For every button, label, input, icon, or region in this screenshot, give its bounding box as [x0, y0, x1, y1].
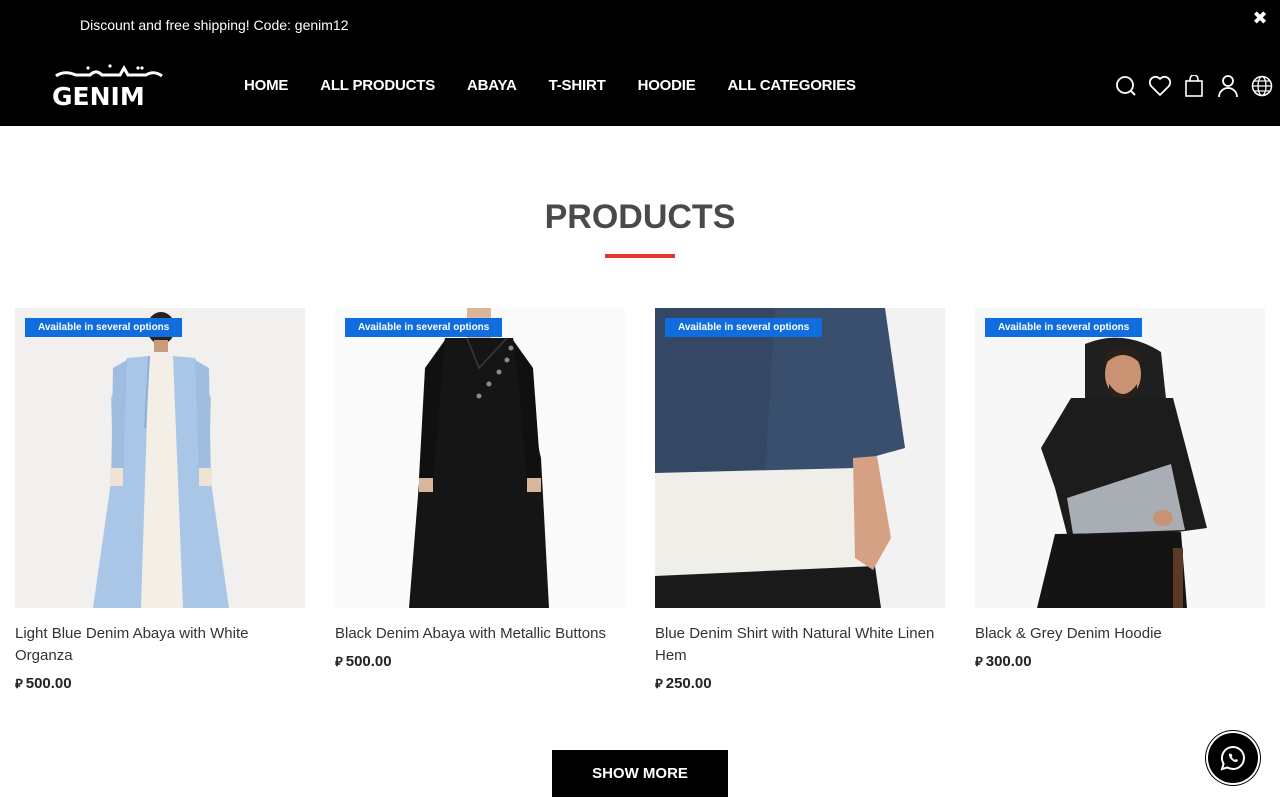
user-icon[interactable] — [1215, 72, 1240, 100]
product-image[interactable]: Available in several options — [655, 308, 945, 608]
product-card[interactable]: Available in several options Light Blue … — [15, 308, 305, 692]
nav-hoodie[interactable]: HOODIE — [638, 75, 696, 97]
nav-all-products[interactable]: ALL PRODUCTS — [320, 75, 435, 97]
nav-all-categories[interactable]: ALL CATEGORIES — [728, 75, 857, 97]
price-value: 500.00 — [345, 653, 392, 670]
title-underline — [605, 254, 675, 258]
currency-icon: ⃁ — [655, 677, 663, 692]
product-name[interactable]: Light Blue Denim Abaya with White Organz… — [15, 623, 305, 667]
options-badge: Available in several options — [25, 318, 183, 337]
currency-icon: ⃁ — [975, 655, 983, 670]
heart-icon[interactable] — [1147, 72, 1172, 100]
product-price: ⃁ 500.00 — [15, 675, 305, 692]
currency-icon: ⃁ — [15, 677, 23, 692]
product-image[interactable]: Available in several options — [975, 308, 1265, 608]
whatsapp-icon — [1220, 745, 1245, 771]
price-value: 500.00 — [25, 675, 72, 692]
product-name[interactable]: Black Denim Abaya with Metallic Buttons — [335, 623, 625, 645]
product-name[interactable]: Blue Denim Shirt with Natural White Line… — [655, 623, 945, 667]
bag-icon[interactable] — [1181, 72, 1206, 100]
search-icon[interactable] — [1113, 72, 1138, 100]
price-value: 250.00 — [665, 675, 712, 692]
product-price: ⃁ 500.00 — [335, 653, 625, 670]
section-title: PRODUCTS — [544, 198, 736, 236]
options-badge: Available in several options — [985, 318, 1143, 337]
logo-mark: GENIM — [52, 64, 163, 111]
product-card[interactable]: Available in several options Black & Gre… — [975, 308, 1265, 670]
show-more-button[interactable]: SHOW MORE — [552, 750, 728, 797]
options-badge: Available in several options — [665, 318, 823, 337]
globe-icon[interactable] — [1249, 72, 1274, 100]
product-price: ⃁ 250.00 — [655, 675, 945, 692]
nav-t-shirt[interactable]: T-SHIRT — [549, 75, 606, 97]
product-name[interactable]: Black & Grey Denim Hoodie — [975, 623, 1265, 645]
main-nav: HOME ALL PRODUCTS ABAYA T-SHIRT HOODIE A… — [244, 75, 888, 97]
options-badge: Available in several options — [345, 318, 503, 337]
currency-icon: ⃁ — [335, 655, 343, 670]
logo-text: GENIM — [52, 82, 145, 110]
whatsapp-button[interactable] — [1208, 733, 1258, 783]
product-price: ⃁ 300.00 — [975, 653, 1265, 670]
product-card[interactable]: Available in several options Blue Denim … — [655, 308, 945, 692]
announcement-text: Discount and free shipping! Code: genim1… — [80, 17, 349, 33]
product-image[interactable]: Available in several options — [15, 308, 305, 608]
header-icons — [1113, 72, 1274, 100]
nav-home[interactable]: HOME — [244, 75, 288, 97]
product-image[interactable]: Available in several options — [335, 308, 625, 608]
nav-abaya[interactable]: ABAYA — [467, 75, 517, 97]
logo[interactable]: GENIM — [50, 62, 170, 111]
product-card[interactable]: Available in several options Black Denim… — [335, 308, 625, 670]
site-header: Discount and free shipping! Code: genim1… — [0, 0, 1280, 126]
close-icon[interactable]: ✖ — [1250, 8, 1270, 28]
price-value: 300.00 — [985, 653, 1032, 670]
